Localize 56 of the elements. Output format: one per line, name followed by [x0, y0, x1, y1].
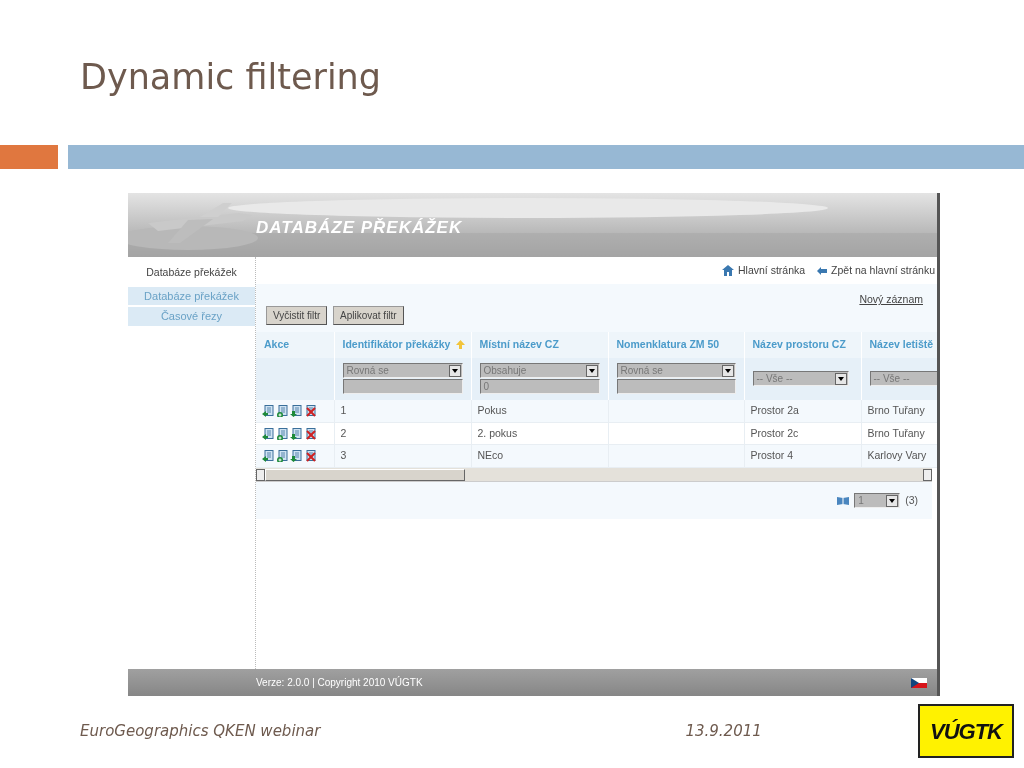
- page-dropdown[interactable]: 1: [854, 493, 901, 508]
- table-cell: 2. pokus: [477, 426, 518, 439]
- table-cell: 2: [340, 426, 347, 439]
- filter-button[interactable]: Aplikovat filtr: [333, 306, 404, 325]
- document-plus-icon[interactable]: [276, 427, 288, 440]
- footer-text: EuroGeographics QKEN webinar: [80, 720, 321, 742]
- link[interactable]: Hlavní stránka: [737, 262, 806, 279]
- flag-icon: [911, 677, 927, 688]
- document-download-icon[interactable]: [290, 450, 302, 463]
- document-plus-icon[interactable]: [276, 450, 288, 463]
- document-download-icon[interactable]: [290, 404, 302, 417]
- filter-input[interactable]: [616, 379, 736, 395]
- sidebar-item[interactable]: Časové řezy: [128, 307, 255, 326]
- filter-dropdown[interactable]: Rovná se: [342, 363, 463, 379]
- table-cell: 3: [340, 449, 347, 462]
- back-arrow-icon: [817, 266, 828, 275]
- table-cell: Pokus: [477, 403, 507, 416]
- table-cell: 1: [340, 403, 347, 416]
- filter-dropdown[interactable]: Obsahuje: [479, 363, 600, 379]
- dropdown-arrow-icon[interactable]: [451, 368, 458, 373]
- filter-button[interactable]: Vyčistit filtr: [266, 306, 328, 325]
- slide-title: Dynamic filtering: [80, 57, 382, 97]
- table-cell: Prostor 2a: [750, 403, 799, 416]
- filter-input[interactable]: [342, 379, 463, 395]
- filter-input[interactable]: 0: [479, 379, 600, 395]
- delete-document-icon[interactable]: [304, 450, 316, 463]
- delete-document-icon[interactable]: [304, 427, 316, 440]
- sidebar-heading: Databáze překážek: [145, 265, 238, 280]
- document-download-icon[interactable]: [290, 427, 302, 440]
- book-icon: [837, 496, 850, 505]
- sort-arrow-icon: [456, 340, 466, 350]
- table-cell: Prostor 2c: [750, 426, 799, 439]
- banner-title: DATABÁZE PŘEKÁŽEK: [256, 217, 463, 239]
- table-cell: Karlovy Vary: [867, 449, 927, 462]
- filter-dropdown[interactable]: Rovná se: [616, 363, 736, 379]
- filter-dropdown[interactable]: -- Vše --: [752, 371, 849, 387]
- sidebar-item[interactable]: Databáze překážek: [128, 286, 255, 306]
- logo: VÚGTK: [918, 704, 1014, 758]
- dropdown-arrow-icon[interactable]: [724, 368, 731, 373]
- link[interactable]: Zpět na hlavní stránku: [831, 262, 935, 279]
- dropdown-arrow-icon[interactable]: [889, 498, 896, 503]
- table-cell: NEco: [477, 449, 504, 462]
- slide-date: 13.9.2011: [685, 720, 762, 742]
- table-cell: Prostor 4: [750, 449, 794, 462]
- footer-text: Verze: 2.0.0 | Copyright 2010 VÚGTK: [256, 675, 423, 690]
- table-cell: Brno Tuřany: [867, 426, 925, 439]
- dropdown-arrow-icon[interactable]: [588, 368, 595, 373]
- document-plus-icon[interactable]: [276, 404, 288, 417]
- record-count: (3): [905, 492, 918, 508]
- new-record-link[interactable]: Nový záznam: [859, 292, 923, 308]
- horizontal-scrollbar[interactable]: [256, 468, 932, 482]
- filter-dropdown[interactable]: -- Vše --: [869, 371, 937, 387]
- home-icon: [721, 265, 734, 276]
- delete-document-icon[interactable]: [304, 404, 316, 417]
- table-cell: Brno Tuřany: [867, 403, 925, 416]
- dropdown-arrow-icon[interactable]: [837, 376, 844, 381]
